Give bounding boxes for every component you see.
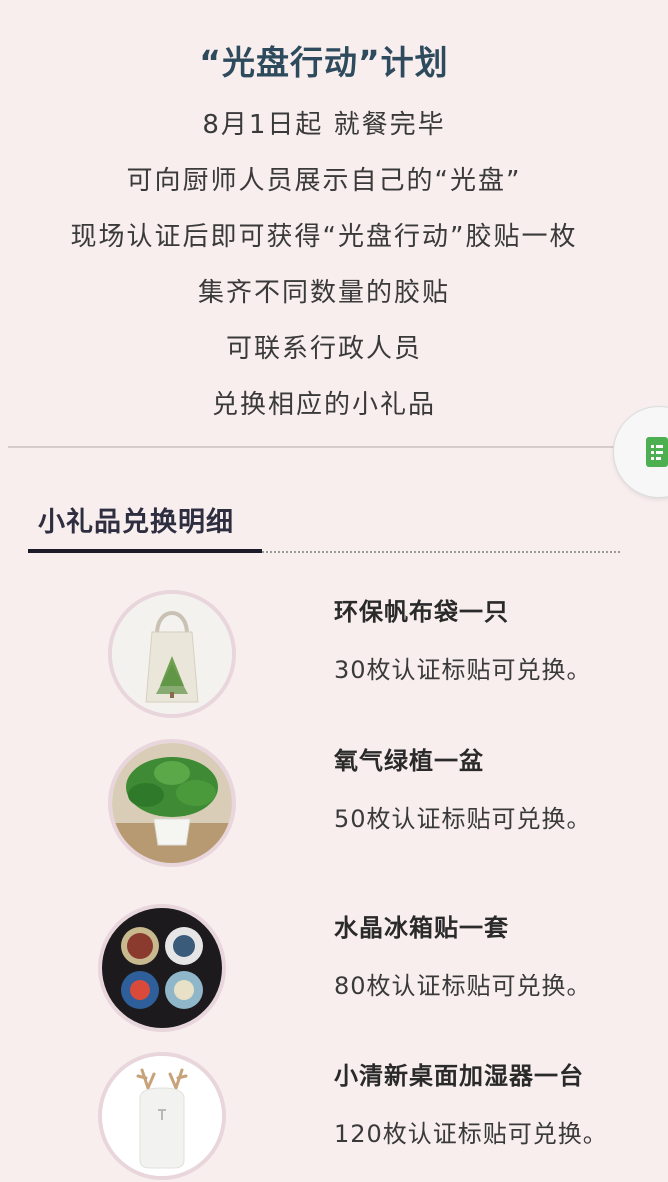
intro-line-2: 可向厨师人员展示自己的“光盘” [126, 166, 522, 196]
gift-desc-potted-plant: 50枚认证标贴可兑换。 [334, 805, 592, 833]
section-dotted-line [262, 551, 620, 553]
intro-line-1: 8月1日起 就餐完毕 [202, 110, 446, 140]
page: “光盘行动”计划 8月1日起 就餐完毕 可向厨师人员展示自己的“光盘” 现场认证… [0, 0, 668, 1182]
tote-bag-image [108, 590, 236, 718]
gift-name-potted-plant: 氧气绿植一盆 [334, 747, 484, 775]
fridge-magnets-image [98, 904, 226, 1032]
intro-line-5: 可联系行政人员 [225, 334, 422, 364]
section-title-underline [28, 549, 262, 553]
gift-desc-humidifier: 120枚认证标贴可兑换。 [334, 1120, 608, 1148]
gift-item-tote-bag: 环保帆布袋一只 30枚认证标贴可兑换。 [0, 588, 668, 718]
gift-desc-fridge-magnets: 80枚认证标贴可兑换。 [334, 972, 592, 1000]
potted-plant-image [108, 739, 236, 867]
gift-desc-tote-bag: 30枚认证标贴可兑换。 [334, 656, 592, 684]
gift-name-humidifier: 小清新桌面加湿器一台 [334, 1062, 584, 1090]
intro-line-4: 集齐不同数量的胶贴 [197, 278, 450, 308]
gift-item-humidifier: 小清新桌面加湿器一台 120枚认证标贴可兑换。 [0, 1052, 668, 1182]
gift-item-potted-plant: 氧气绿植一盆 50枚认证标贴可兑换。 [0, 737, 668, 867]
gift-item-fridge-magnets: 水晶冰箱贴一套 80枚认证标贴可兑换。 [0, 904, 668, 1034]
section-title: 小礼品兑换明细 [38, 507, 234, 538]
gift-name-tote-bag: 环保帆布袋一只 [334, 598, 509, 626]
humidifier-image [98, 1052, 226, 1180]
section-divider [8, 446, 620, 448]
intro-line-3: 现场认证后即可获得“光盘行动”胶贴一枚 [70, 222, 578, 252]
gift-name-fridge-magnets: 水晶冰箱贴一套 [334, 914, 509, 942]
document-icon [646, 437, 668, 467]
page-title: “光盘行动”计划 [199, 43, 449, 82]
intro-line-6: 兑换相应的小礼品 [211, 390, 436, 420]
